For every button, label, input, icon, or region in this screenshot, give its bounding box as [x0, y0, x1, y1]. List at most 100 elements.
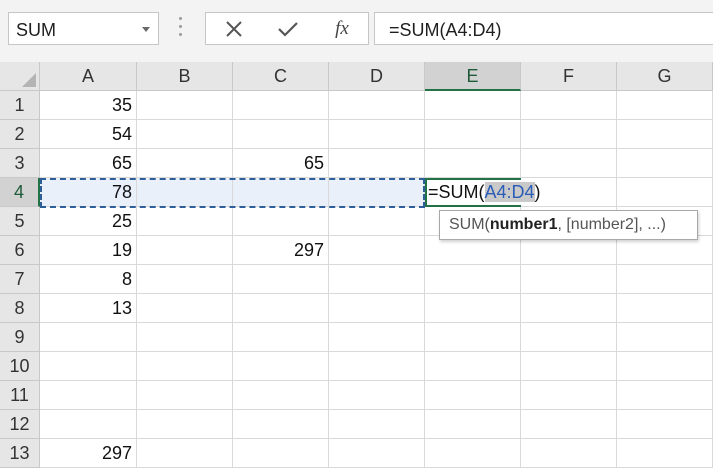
cell-c6[interactable]: 297: [233, 236, 329, 265]
cancel-button[interactable]: [214, 15, 254, 43]
more-handle-icon[interactable]: [179, 17, 183, 39]
cell-c8[interactable]: [233, 294, 329, 323]
cell-d13[interactable]: [329, 439, 425, 468]
cell-c7[interactable]: [233, 265, 329, 294]
cell-d11[interactable]: [329, 381, 425, 410]
cell-e6[interactable]: [425, 236, 521, 265]
cell-b12[interactable]: [137, 410, 233, 439]
cell-a4[interactable]: 78: [40, 178, 137, 207]
cell-g10[interactable]: [617, 352, 713, 381]
row-header-3[interactable]: 3: [0, 149, 40, 178]
cell-g13[interactable]: [617, 439, 713, 468]
cell-g4[interactable]: [617, 178, 713, 207]
cell-d4[interactable]: [329, 178, 425, 207]
cell-g6[interactable]: [617, 236, 713, 265]
row-header-12[interactable]: 12: [0, 410, 40, 439]
cell-d1[interactable]: [329, 91, 425, 120]
cell-g1[interactable]: [617, 91, 713, 120]
row-header-13[interactable]: 13: [0, 439, 40, 468]
cell-e2[interactable]: [425, 120, 521, 149]
cell-b5[interactable]: [137, 207, 233, 236]
cell-c2[interactable]: [233, 120, 329, 149]
cell-b13[interactable]: [137, 439, 233, 468]
cell-a7[interactable]: 8: [40, 265, 137, 294]
cell-d3[interactable]: [329, 149, 425, 178]
row-header-7[interactable]: 7: [0, 265, 40, 294]
cell-f12[interactable]: [521, 410, 617, 439]
cell-a2[interactable]: 54: [40, 120, 137, 149]
cell-c9[interactable]: [233, 323, 329, 352]
row-header-10[interactable]: 10: [0, 352, 40, 381]
insert-function-button[interactable]: fx: [322, 15, 362, 43]
cell-e7[interactable]: [425, 265, 521, 294]
cell-g3[interactable]: [617, 149, 713, 178]
cell-a9[interactable]: [40, 323, 137, 352]
cell-c10[interactable]: [233, 352, 329, 381]
cell-f6[interactable]: [521, 236, 617, 265]
cell-f10[interactable]: [521, 352, 617, 381]
row-header-11[interactable]: 11: [0, 381, 40, 410]
column-header-c[interactable]: C: [233, 62, 329, 91]
cell-e11[interactable]: [425, 381, 521, 410]
cell-d7[interactable]: [329, 265, 425, 294]
cell-f9[interactable]: [521, 323, 617, 352]
cell-d2[interactable]: [329, 120, 425, 149]
row-header-1[interactable]: 1: [0, 91, 40, 120]
cell-g9[interactable]: [617, 323, 713, 352]
column-header-d[interactable]: D: [329, 62, 425, 91]
cell-c1[interactable]: [233, 91, 329, 120]
cell-d9[interactable]: [329, 323, 425, 352]
cell-f13[interactable]: [521, 439, 617, 468]
name-box[interactable]: SUM: [8, 12, 159, 45]
cell-f7[interactable]: [521, 265, 617, 294]
row-header-4[interactable]: 4: [0, 178, 40, 207]
cell-b10[interactable]: [137, 352, 233, 381]
row-header-9[interactable]: 9: [0, 323, 40, 352]
cell-a10[interactable]: [40, 352, 137, 381]
cell-b6[interactable]: [137, 236, 233, 265]
cell-b8[interactable]: [137, 294, 233, 323]
cell-a13[interactable]: 297: [40, 439, 137, 468]
select-all-button[interactable]: [0, 62, 40, 91]
cell-f2[interactable]: [521, 120, 617, 149]
cell-b3[interactable]: [137, 149, 233, 178]
cell-a11[interactable]: [40, 381, 137, 410]
cell-a12[interactable]: [40, 410, 137, 439]
cell-e10[interactable]: [425, 352, 521, 381]
cell-c5[interactable]: [233, 207, 329, 236]
cell-d6[interactable]: [329, 236, 425, 265]
cell-a6[interactable]: 19: [40, 236, 137, 265]
cell-c4[interactable]: [233, 178, 329, 207]
cell-g7[interactable]: [617, 265, 713, 294]
cell-c3[interactable]: 65: [233, 149, 329, 178]
cell-d5[interactable]: [329, 207, 425, 236]
formula-input[interactable]: =SUM(A4:D4): [374, 12, 713, 45]
cell-b1[interactable]: [137, 91, 233, 120]
row-header-2[interactable]: 2: [0, 120, 40, 149]
cell-a8[interactable]: 13: [40, 294, 137, 323]
cell-f1[interactable]: [521, 91, 617, 120]
cell-g2[interactable]: [617, 120, 713, 149]
column-header-f[interactable]: F: [521, 62, 617, 91]
chevron-down-icon[interactable]: [142, 27, 150, 32]
cell-e8[interactable]: [425, 294, 521, 323]
cell-a1[interactable]: 35: [40, 91, 137, 120]
cell-e3[interactable]: [425, 149, 521, 178]
cell-f3[interactable]: [521, 149, 617, 178]
cell-e1[interactable]: [425, 91, 521, 120]
column-header-a[interactable]: A: [40, 62, 137, 91]
cell-d10[interactable]: [329, 352, 425, 381]
cell-g8[interactable]: [617, 294, 713, 323]
cell-c13[interactable]: [233, 439, 329, 468]
cell-b4[interactable]: [137, 178, 233, 207]
cell-g12[interactable]: [617, 410, 713, 439]
row-header-6[interactable]: 6: [0, 236, 40, 265]
column-header-b[interactable]: B: [137, 62, 233, 91]
cell-f8[interactable]: [521, 294, 617, 323]
cell-e9[interactable]: [425, 323, 521, 352]
column-header-e[interactable]: E: [425, 62, 521, 91]
cell-c12[interactable]: [233, 410, 329, 439]
cell-e12[interactable]: [425, 410, 521, 439]
column-header-g[interactable]: G: [617, 62, 713, 91]
cell-b7[interactable]: [137, 265, 233, 294]
